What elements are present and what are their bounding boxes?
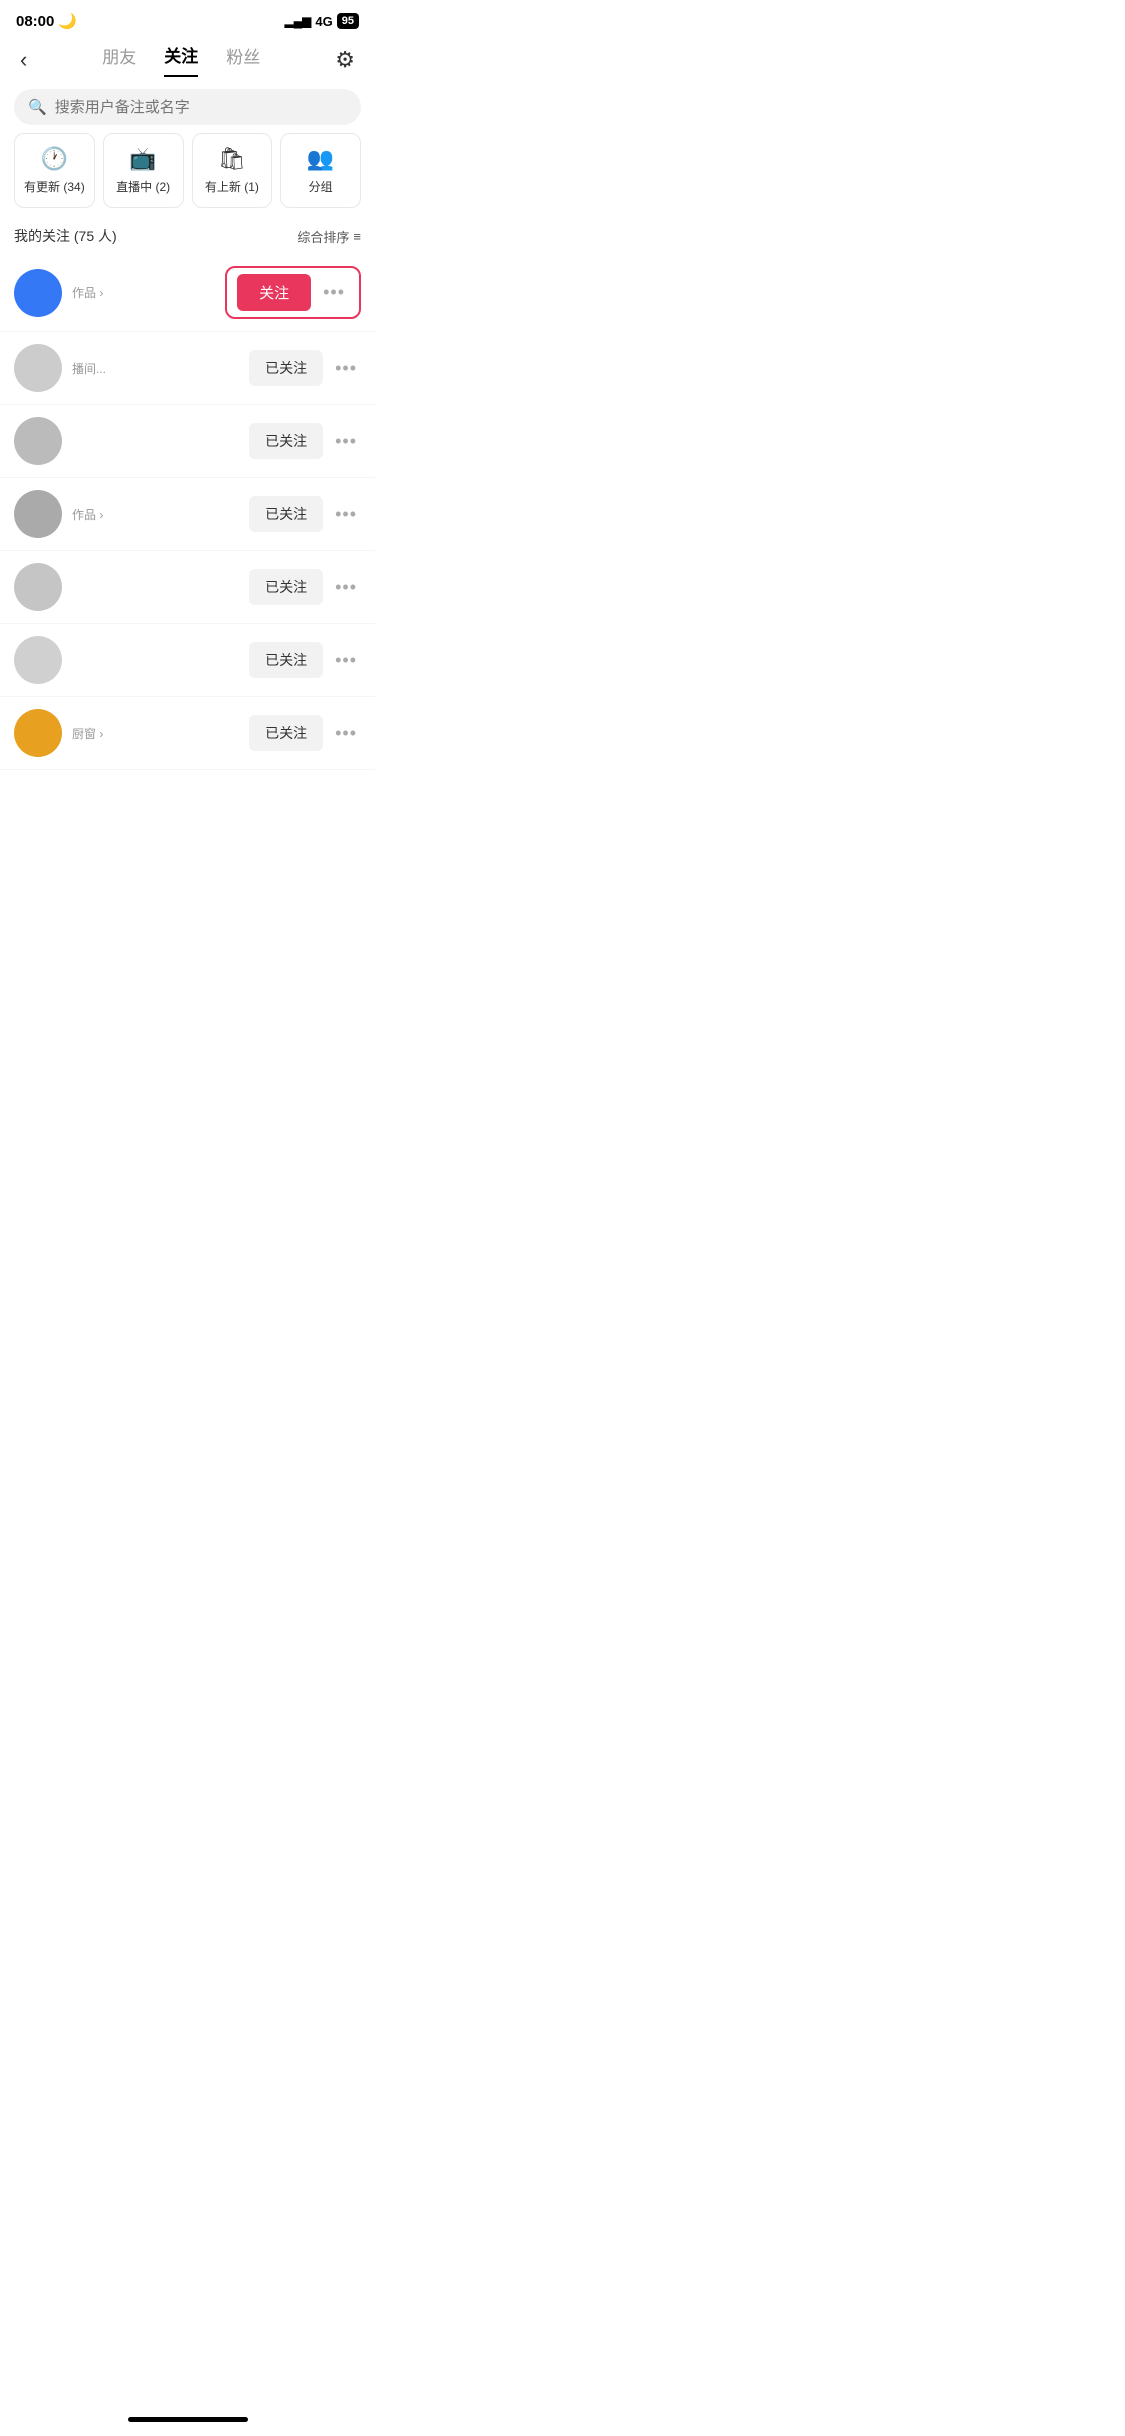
user-desc: 厨窗 ›: [72, 725, 241, 742]
shop-icon: 🛍: [218, 146, 246, 172]
row-actions: 已关注 •••: [249, 496, 361, 532]
settings-button[interactable]: ⚙: [331, 43, 359, 77]
user-row: 作品 › 已关注 •••: [0, 478, 375, 551]
status-right: ▂▄▆ 4G 95: [284, 13, 359, 29]
filter-label-live: 直播中 (2): [116, 178, 170, 195]
following-button[interactable]: 已关注: [249, 715, 323, 751]
avatar: [14, 636, 62, 684]
nav-bar: ‹ 朋友 关注 粉丝 ⚙: [0, 34, 375, 77]
search-input[interactable]: [55, 99, 347, 116]
avatar: [14, 490, 62, 538]
tab-following[interactable]: 关注: [164, 42, 198, 77]
user-row: 厨窗 › 已关注 •••: [0, 697, 375, 770]
sort-button[interactable]: 综合排序 ≡: [297, 227, 361, 246]
follow-count: 我的关注 (75 人): [14, 226, 117, 246]
user-desc: 作品 ›: [72, 284, 217, 301]
signal-icon: ▂▄▆: [284, 14, 311, 28]
avatar: [14, 269, 62, 317]
following-button[interactable]: 已关注: [249, 423, 323, 459]
group-icon: 👥: [307, 146, 334, 172]
filter-card-updates[interactable]: 🕐 有更新 (34): [14, 133, 95, 208]
row-actions: 关注 •••: [225, 266, 361, 319]
row-actions: 已关注 •••: [249, 423, 361, 459]
battery-badge: 95: [337, 13, 359, 29]
following-button[interactable]: 已关注: [249, 496, 323, 532]
user-row: 作品 › 关注 •••: [0, 254, 375, 332]
status-time: 08:00 🌙: [16, 12, 77, 30]
more-button[interactable]: •••: [331, 575, 361, 600]
clock-icon: 🕐: [41, 146, 68, 172]
bottom-bar: [0, 2402, 375, 2436]
following-button[interactable]: 已关注: [249, 350, 323, 386]
follow-button[interactable]: 关注: [237, 274, 311, 311]
following-button[interactable]: 已关注: [249, 642, 323, 678]
search-bar: 🔍: [14, 89, 361, 125]
more-button[interactable]: •••: [331, 356, 361, 381]
user-info: 作品 ›: [72, 284, 217, 301]
live-icon: 📺: [129, 146, 156, 172]
follow-header: 我的关注 (75 人) 综合排序 ≡: [0, 220, 375, 254]
filter-label-new: 有上新 (1): [205, 178, 259, 195]
more-button[interactable]: •••: [331, 721, 361, 746]
user-info: 作品 ›: [72, 506, 241, 523]
back-button[interactable]: ‹: [16, 43, 31, 77]
avatar: [14, 709, 62, 757]
status-bar: 08:00 🌙 ▂▄▆ 4G 95: [0, 0, 375, 34]
user-list: 作品 › 关注 ••• 播间... 已关注 ••• 已关注 •••: [0, 254, 375, 770]
user-row: 已关注 •••: [0, 624, 375, 697]
search-icon: 🔍: [28, 98, 47, 116]
more-button[interactable]: •••: [331, 502, 361, 527]
more-button[interactable]: •••: [319, 280, 349, 305]
highlight-box: 关注 •••: [225, 266, 361, 319]
filter-card-live[interactable]: 📺 直播中 (2): [103, 133, 184, 208]
user-row: 已关注 •••: [0, 551, 375, 624]
user-row: 已关注 •••: [0, 405, 375, 478]
home-indicator: [128, 2417, 248, 2422]
tab-fans[interactable]: 粉丝: [226, 43, 260, 76]
avatar: [14, 563, 62, 611]
more-button[interactable]: •••: [331, 429, 361, 454]
network-label: 4G: [315, 14, 332, 29]
row-actions: 已关注 •••: [249, 715, 361, 751]
filter-label-updates: 有更新 (34): [24, 178, 85, 195]
avatar: [14, 417, 62, 465]
user-row: 播间... 已关注 •••: [0, 332, 375, 405]
following-button[interactable]: 已关注: [249, 569, 323, 605]
sort-icon: ≡: [353, 229, 361, 244]
moon-icon: 🌙: [58, 12, 77, 30]
tab-friends[interactable]: 朋友: [102, 43, 136, 76]
row-actions: 已关注 •••: [249, 569, 361, 605]
user-info: 播间...: [72, 360, 241, 377]
user-info: 厨窗 ›: [72, 725, 241, 742]
user-desc: 播间...: [72, 360, 241, 377]
user-desc: 作品 ›: [72, 506, 241, 523]
row-actions: 已关注 •••: [249, 642, 361, 678]
nav-tabs: 朋友 关注 粉丝: [31, 42, 331, 77]
filter-card-new[interactable]: 🛍 有上新 (1): [192, 133, 273, 208]
filter-card-group[interactable]: 👥 分组: [280, 133, 361, 208]
filter-label-group: 分组: [309, 178, 333, 195]
filter-grid: 🕐 有更新 (34) 📺 直播中 (2) 🛍 有上新 (1) 👥 分组: [14, 133, 361, 208]
avatar: [14, 344, 62, 392]
row-actions: 已关注 •••: [249, 350, 361, 386]
more-button[interactable]: •••: [331, 648, 361, 673]
